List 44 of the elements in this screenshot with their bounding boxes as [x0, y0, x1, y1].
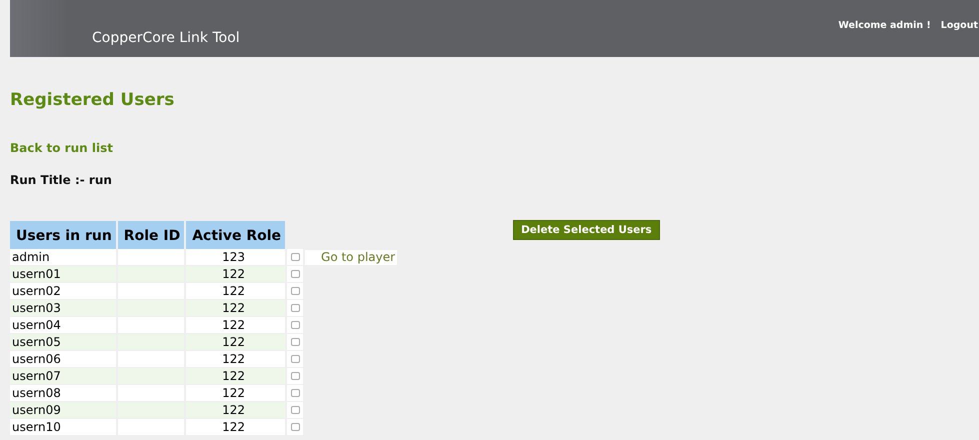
column-header: Role ID	[116, 221, 186, 249]
table-cell: usern02	[10, 282, 117, 300]
table-cell: 122	[185, 300, 286, 316]
table-cell: 122	[185, 334, 286, 350]
app-title: CopperCore Link Tool	[92, 30, 240, 46]
back-link[interactable]: Back to run list	[10, 141, 113, 155]
table-cell: usern07	[10, 368, 117, 384]
table-cell: usern08	[10, 384, 117, 402]
table-cell: usern01	[10, 266, 117, 282]
column-header: Active Role	[185, 221, 286, 249]
table-cell: 122	[185, 418, 286, 436]
table-cell: 122	[185, 266, 286, 282]
checkbox[interactable]	[290, 304, 300, 312]
table-cell: 122	[185, 402, 286, 418]
delete-button[interactable]: Delete Selected Users	[513, 220, 660, 240]
checkbox[interactable]	[290, 423, 300, 432]
player-link[interactable]: Go to player	[305, 250, 398, 265]
table-cell: admin	[10, 249, 117, 266]
checkbox[interactable]	[290, 253, 300, 262]
table-cell: 122	[185, 368, 286, 384]
table-cell: 122	[185, 316, 286, 334]
table-cell: usern04	[10, 316, 117, 334]
welcome-text: Welcome admin !	[838, 20, 931, 30]
table-cell: 122	[185, 384, 286, 402]
page-heading: Registered Users	[10, 90, 176, 110]
table-cell: 122	[185, 282, 286, 300]
checkbox[interactable]	[290, 406, 300, 414]
logout-link[interactable]: Logout	[940, 20, 978, 30]
table-cell: 123	[185, 249, 286, 266]
checkbox[interactable]	[290, 338, 300, 346]
table-cell: 122	[185, 350, 286, 368]
table-cell: usern09	[10, 402, 117, 418]
table-cell: usern06	[10, 350, 117, 368]
table-cell: usern10	[10, 418, 117, 436]
table-cell: usern03	[10, 300, 117, 316]
checkbox[interactable]	[290, 287, 300, 296]
table-cell: usern05	[10, 334, 117, 350]
checkbox[interactable]	[290, 372, 300, 380]
checkbox[interactable]	[290, 270, 300, 278]
column-header: Users in run	[10, 221, 117, 249]
checkbox[interactable]	[290, 389, 300, 398]
checkbox[interactable]	[290, 355, 300, 364]
checkbox[interactable]	[290, 321, 300, 330]
run-title: Run Title :- run	[10, 173, 113, 187]
